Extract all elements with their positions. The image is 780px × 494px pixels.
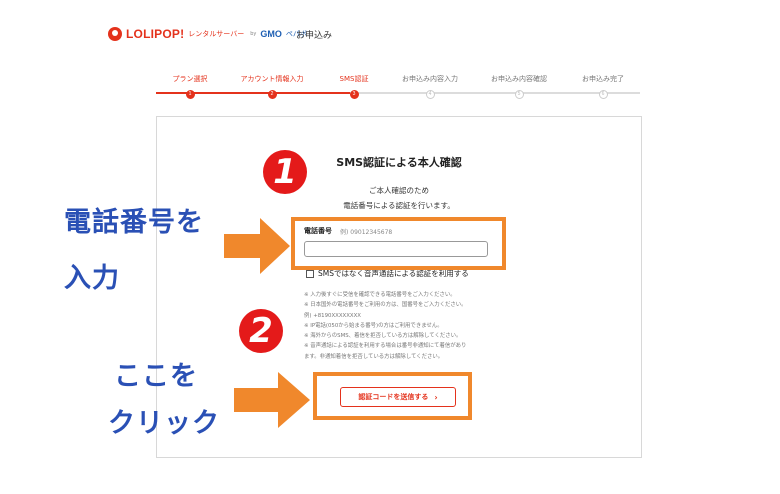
step-input: お申込み内容入力 4: [380, 74, 480, 99]
note-line: ※ 海外からのSMS、着信を拒否している方は解除してください。: [304, 333, 462, 340]
brand-name: LOLIPOP!: [126, 27, 185, 41]
button-highlight-box: [313, 372, 472, 420]
description-line: ご本人確認のため: [369, 186, 429, 195]
step-label: お申込み完了: [582, 75, 624, 83]
step-number: 6: [598, 90, 608, 99]
notes-list: ※ 入力後すぐに受信を確認できる電話番号をご入力ください。 ※ 日本国外の電話番…: [304, 290, 500, 362]
note-line: ※ IP電話(050から始まる番号)の方はご利用できません。: [304, 322, 443, 329]
step-badge-1: 1: [263, 150, 307, 194]
instruction-enter-phone-2: 入力: [64, 263, 120, 294]
voice-call-checkbox[interactable]: [306, 269, 314, 278]
instruction-enter-phone: 電話番号を: [64, 207, 204, 238]
progress-stepper: プラン選択 1 アカウント情報入力 2 SMS認証 3 お申込み内容入力 4 お…: [156, 74, 640, 100]
brand-logo: LOLIPOP! レンタルサーバー by GMO ペパボ: [108, 27, 307, 41]
arrow-right-icon: [224, 218, 290, 274]
phone-highlight-box: [291, 217, 506, 270]
arrow-right-icon: [234, 372, 310, 428]
step-complete: お申込み完了 6: [553, 74, 653, 99]
gmo-logo: GMO: [260, 29, 282, 39]
page-title: お申込み: [296, 31, 333, 41]
card-description: ご本人確認のため 電話番号による認証を行います。: [157, 183, 641, 213]
instruction-click-here: ここを: [114, 361, 198, 392]
note-line: ※ 音声通話による認証を利用する場合は番号非通知にて着信があり: [304, 343, 467, 350]
description-line: 電話番号による認証を行います。: [343, 201, 455, 210]
step-badge-2: 2: [239, 309, 283, 353]
step-number: 4: [425, 90, 435, 99]
note-line: 例) +8190XXXXXXXX: [304, 312, 361, 319]
step-number: 3: [349, 90, 359, 99]
note-line: ※ 日本国外の電話番号をご利用の方は、国番号をご入力ください。: [304, 302, 467, 309]
note-line: ※ 入力後すぐに受信を確認できる電話番号をご入力ください。: [304, 292, 456, 298]
lolipop-logo-icon: [108, 27, 122, 41]
card-title: SMS認証による本人確認: [336, 156, 462, 169]
step-label: お申込み内容入力: [402, 75, 458, 83]
note-line: ます。非通知着信を拒否している方は解除してください。: [304, 353, 444, 360]
step-number: 2: [267, 90, 277, 99]
step-number: 5: [514, 90, 524, 99]
brand-by: by: [250, 31, 257, 37]
instruction-click-here-2: クリック: [108, 408, 220, 439]
brand-subtitle: レンタルサーバー: [188, 30, 245, 38]
step-number: 1: [185, 90, 195, 99]
